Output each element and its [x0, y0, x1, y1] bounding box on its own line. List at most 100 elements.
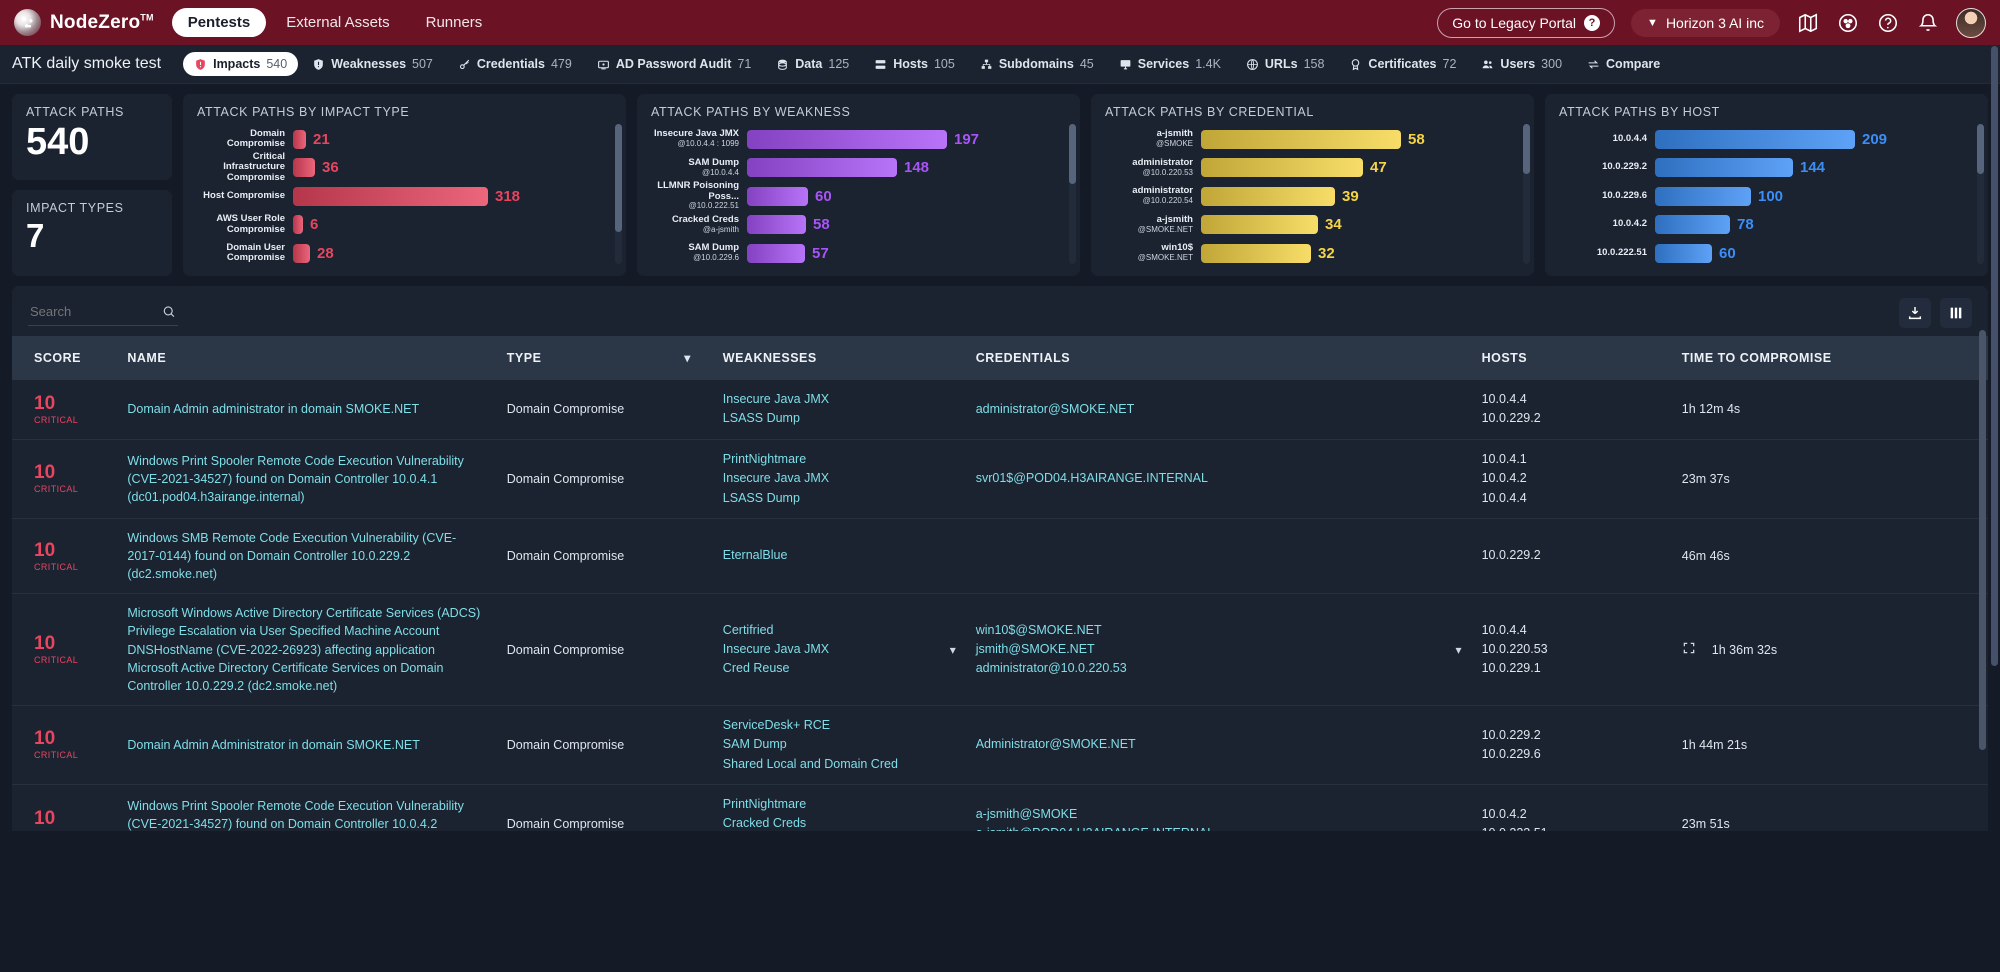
chart-bar[interactable]: [747, 130, 947, 149]
chart-bar-row[interactable]: SAM Dump@10.0.4.4148: [651, 154, 1052, 183]
page-scrollbar[interactable]: [1991, 46, 1998, 972]
weakness-link[interactable]: EternalBlue: [723, 546, 788, 565]
chart-bar-row[interactable]: a-jsmith@SMOKE58: [1105, 125, 1506, 154]
table-row[interactable]: 10CRITICALWindows SMB Remote Code Execut…: [12, 518, 1988, 593]
chart-bar[interactable]: [293, 130, 306, 149]
chip-urls[interactable]: URLs 158: [1235, 52, 1336, 76]
help-circle-icon[interactable]: [1876, 11, 1900, 35]
chart-bar[interactable]: [747, 158, 897, 177]
weakness-link[interactable]: PrintNightmare: [723, 795, 874, 814]
credential-link[interactable]: svr01$@POD04.H3AIRANGE.INTERNAL: [976, 469, 1208, 488]
column-header-credentials[interactable]: CREDENTIALS: [966, 336, 1472, 380]
column-header-hosts[interactable]: HOSTS: [1472, 336, 1672, 380]
credential-link[interactable]: administrator@10.0.220.53: [976, 659, 1127, 678]
avatar[interactable]: [1956, 8, 1986, 38]
search-box[interactable]: [28, 300, 178, 326]
go-to-legacy-portal-button[interactable]: Go to Legacy Portal ?: [1437, 8, 1615, 38]
weakness-link[interactable]: Insecure Java JMX: [723, 640, 829, 659]
chip-compare[interactable]: Compare: [1576, 52, 1677, 76]
chart-bar[interactable]: [1655, 158, 1793, 177]
nav-tab-external-assets[interactable]: External Assets: [270, 8, 405, 37]
chip-subdomains[interactable]: Subdomains 45: [969, 52, 1105, 76]
chart-bar-row[interactable]: administrator@10.0.220.5347: [1105, 154, 1506, 183]
search-input[interactable]: [30, 304, 162, 319]
chart-bar[interactable]: [1655, 215, 1730, 234]
weakness-link[interactable]: Insecure Java JMX: [723, 390, 829, 409]
chart-bar-row[interactable]: win10$@SMOKE.NET32: [1105, 239, 1506, 267]
table-row[interactable]: 10CRITICALDomain Admin Administrator in …: [12, 705, 1988, 784]
column-header-name[interactable]: NAME: [117, 336, 496, 380]
credential-link[interactable]: jsmith@SMOKE.NET: [976, 640, 1127, 659]
chart-bar-row[interactable]: 10.0.222.5160: [1559, 239, 1960, 267]
nav-tab-pentests[interactable]: Pentests: [172, 8, 267, 37]
chart-bar[interactable]: [747, 215, 806, 234]
chart-bar[interactable]: [293, 158, 315, 177]
table-row[interactable]: 10CRITICALWindows Print Spooler Remote C…: [12, 785, 1988, 832]
column-header-score[interactable]: SCORE: [12, 336, 117, 380]
chart-bar[interactable]: [1655, 130, 1855, 149]
chart-bar-row[interactable]: Cracked Creds@a-jsmith58: [651, 211, 1052, 240]
users-group-icon[interactable]: [1836, 11, 1860, 35]
column-header-weaknesses[interactable]: WEAKNESSES: [713, 336, 966, 380]
column-header-time-to-compromise[interactable]: TIME TO COMPROMISE: [1672, 336, 1988, 380]
chip-credentials[interactable]: Credentials 479: [447, 52, 583, 76]
chart-bar-row[interactable]: 10.0.4.278: [1559, 211, 1960, 240]
attack-path-link[interactable]: Windows Print Spooler Remote Code Execut…: [127, 797, 486, 831]
chart-bar-row[interactable]: AWS User Role Compromise6: [197, 211, 598, 240]
chart-bar[interactable]: [1201, 215, 1318, 234]
download-button[interactable]: [1899, 298, 1931, 328]
credential-link[interactable]: Administrator@SMOKE.NET: [976, 735, 1136, 754]
columns-button[interactable]: [1940, 298, 1972, 328]
table-scrollbar[interactable]: [1979, 286, 1986, 831]
chart-bar-row[interactable]: SAM Dump@10.0.229.657: [651, 239, 1052, 267]
chip-certificates[interactable]: Certificates 72: [1338, 52, 1467, 76]
chart-bar[interactable]: [293, 244, 310, 263]
chart-bar[interactable]: [1201, 158, 1363, 177]
attack-path-link[interactable]: Windows Print Spooler Remote Code Execut…: [127, 452, 486, 506]
chevron-down-icon[interactable]: ▾: [940, 643, 956, 657]
table-row[interactable]: 10CRITICALWindows Print Spooler Remote C…: [12, 439, 1988, 518]
chart-bar[interactable]: [293, 187, 488, 206]
table-row[interactable]: 10CRITICALMicrosoft Windows Active Direc…: [12, 594, 1988, 706]
weakness-link[interactable]: Shared Local and Domain Cred: [723, 755, 898, 774]
chart-bar[interactable]: [1201, 244, 1311, 263]
chart-bar-row[interactable]: LLMNR Poisoning Poss...@10.0.222.5160: [651, 182, 1052, 211]
chart-bar[interactable]: [1655, 187, 1751, 206]
chart-bar-row[interactable]: a-jsmith@SMOKE.NET34: [1105, 211, 1506, 240]
chart-bar-row[interactable]: Domain User Compromise28: [197, 239, 598, 267]
column-header-type[interactable]: TYPE▾: [497, 336, 713, 380]
chip-services[interactable]: Services 1.4K: [1108, 52, 1232, 76]
credential-link[interactable]: administrator@SMOKE.NET: [976, 400, 1135, 419]
attack-path-link[interactable]: Domain Admin administrator in domain SMO…: [127, 400, 486, 418]
chart-scrollbar[interactable]: [615, 124, 622, 264]
chip-users[interactable]: Users 300: [1470, 52, 1573, 76]
chip-data[interactable]: Data 125: [765, 52, 860, 76]
chart-bar[interactable]: [747, 244, 805, 263]
chip-hosts[interactable]: Hosts 105: [863, 52, 966, 76]
chart-bar[interactable]: [293, 215, 303, 234]
weakness-link[interactable]: SAM Dump: [723, 735, 898, 754]
chip-ad-password-audit[interactable]: AD Password Audit 71: [586, 52, 762, 76]
page-scrollbar-thumb[interactable]: [1991, 46, 1998, 666]
credential-link[interactable]: win10$@SMOKE.NET: [976, 621, 1127, 640]
chart-bar[interactable]: [1201, 130, 1401, 149]
map-icon[interactable]: [1796, 11, 1820, 35]
weakness-link[interactable]: Cred Reuse: [723, 659, 829, 678]
bell-icon[interactable]: [1916, 11, 1940, 35]
credential-link[interactable]: a-jsmith@SMOKE: [976, 805, 1214, 824]
weakness-link[interactable]: Insecure Java JMX: [723, 469, 829, 488]
chart-bar-row[interactable]: Domain Compromise21: [197, 125, 598, 154]
chart-scrollbar[interactable]: [1523, 124, 1530, 264]
chart-bar-row[interactable]: 10.0.229.2144: [1559, 154, 1960, 183]
chevron-down-icon[interactable]: ▾: [1446, 643, 1462, 657]
table-row[interactable]: 10CRITICALDomain Admin administrator in …: [12, 380, 1988, 439]
chart-bar-row[interactable]: 10.0.4.4209: [1559, 125, 1960, 154]
brand[interactable]: NodeZeroTM: [14, 9, 154, 36]
chart-bar-row[interactable]: administrator@10.0.220.5439: [1105, 182, 1506, 211]
expand-icon[interactable]: [1682, 641, 1696, 658]
attack-path-link[interactable]: Microsoft Windows Active Directory Certi…: [127, 604, 486, 695]
weakness-link[interactable]: Certifried: [723, 621, 829, 640]
weakness-link[interactable]: LSASS Dump: [723, 489, 829, 508]
attack-path-link[interactable]: Domain Admin Administrator in domain SMO…: [127, 736, 486, 754]
chart-bar[interactable]: [1201, 187, 1335, 206]
